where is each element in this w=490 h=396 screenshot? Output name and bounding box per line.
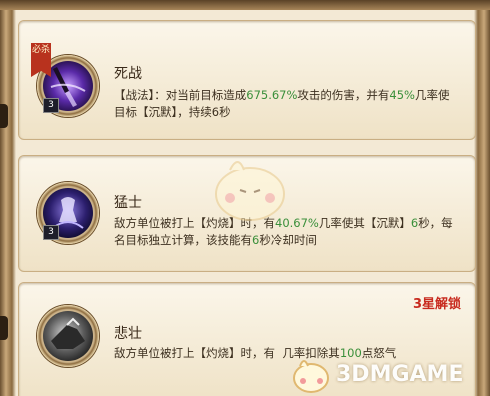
skill-card-sizhan[interactable]: 3 必杀 死战 【战法】：对当前目标造成675.67%攻击的伤害，并有45%几率… [18,20,476,140]
left-edge-handle-lower [0,316,8,340]
skill-icon-frame[interactable] [37,305,99,367]
skill-description: 【战法】：对当前目标造成675.67%攻击的伤害，并有45%几率使目标【沉默】，… [114,88,450,119]
skill-name: 猛士 [114,195,142,211]
skill-name: 悲壮 [114,326,142,342]
skill-icon-frame[interactable]: 3 [37,182,99,244]
skill-list-window: 3 必杀 死战 【战法】：对当前目标造成675.67%攻击的伤害，并有45%几率… [0,0,490,396]
skill-level: 3 [43,225,59,240]
mascot-logo-icon [293,360,329,393]
armored-charge-icon [43,311,93,361]
mascot-watermark-icon [215,161,285,221]
skill-name: 死战 [114,66,142,82]
window-top-border [0,0,490,10]
skill-level: 3 [43,98,59,113]
site-watermark: 3DMGAME [290,352,490,396]
unlock-requirement: 3星解锁 [412,297,461,312]
left-edge-handle [0,104,8,128]
watermark-text: 3DMGAME [336,362,464,387]
